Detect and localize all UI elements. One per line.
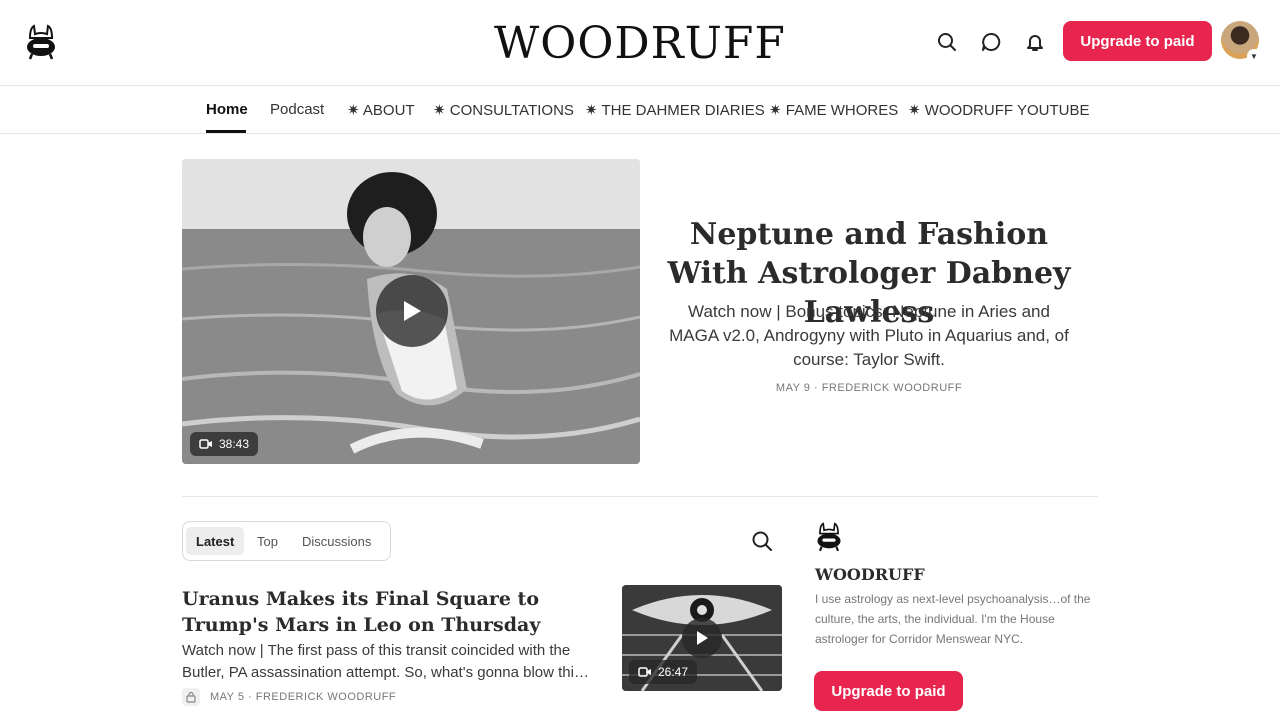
active-tab-indicator [206,130,246,133]
chevron-down-icon[interactable]: ▼ [1247,49,1261,63]
nav-item-podcast[interactable]: Podcast [270,101,324,118]
nav-item-woodruff-youtube[interactable]: ✷ WOODRUFF YOUTUBE [908,101,1089,119]
tab-discussions[interactable]: Discussions [292,527,381,555]
sidebar-upgrade-button[interactable]: Upgrade to paid [814,671,963,711]
post-subtitle: Watch now | The first pass of this trans… [182,642,589,681]
post-duration-badge: 26:47 [629,660,698,684]
post-title[interactable]: Uranus Makes its Final Square to Trump's… [182,586,602,638]
section-divider [182,496,1098,497]
nav-item-fame-whores[interactable]: ✷ FAME WHORES [769,101,898,119]
hero-subtitle: Watch now | Bonus topics: Neptune in Ari… [669,302,1069,369]
publication-logo-icon [817,522,841,552]
search-icon[interactable] [935,30,959,54]
hero-meta: MAY 9 · FREDERICK WOODRUFF [775,382,963,394]
search-posts-icon[interactable] [751,530,773,552]
post-play-button[interactable] [682,618,722,658]
bell-icon[interactable] [1023,30,1047,54]
video-camera-icon [199,439,212,449]
hero-duration: 38:43 [219,437,250,451]
post-meta: MAY 5 · FREDERICK WOODRUFF [210,691,397,703]
chat-icon[interactable] [979,30,1003,54]
sidebar-description: I use astrology as next-level psychoanal… [815,592,1091,646]
nav-item-consultations[interactable]: ✷ CONSULTATIONS [433,101,574,119]
tab-top[interactable]: Top [247,527,288,555]
nav-item-dahmer-diaries[interactable]: ✷ THE DAHMER DIARIES [585,101,765,119]
section-nav: Home Podcast ✷ ABOUT ✷ CONSULTATIONS ✷ T… [0,86,1280,134]
top-header: WOODRUFF Upgrade to paid ▼ [0,0,1280,86]
post-filter-tabs: Latest Top Discussions [182,521,391,561]
post-duration: 26:47 [658,665,689,679]
hero-play-button[interactable] [376,275,448,347]
lock-icon [182,688,200,706]
upgrade-button[interactable]: Upgrade to paid [1063,21,1212,61]
tab-latest[interactable]: Latest [186,527,245,555]
sidebar-publication-name: WOODRUFF [815,565,925,584]
nav-item-about[interactable]: ✷ ABOUT [347,101,415,119]
video-camera-icon [638,667,651,677]
hero-duration-badge: 38:43 [190,432,259,456]
nav-item-home[interactable]: Home [206,101,248,118]
play-icon [697,631,708,645]
play-icon [404,301,421,321]
